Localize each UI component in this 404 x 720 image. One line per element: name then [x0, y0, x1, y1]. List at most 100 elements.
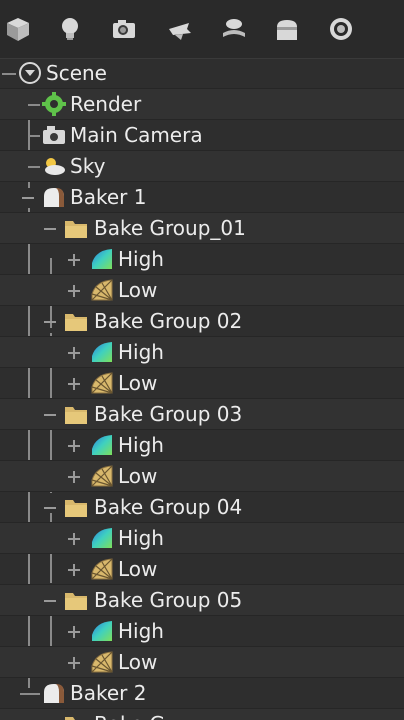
scene-icon: [19, 62, 41, 84]
high-label: High: [118, 526, 164, 550]
baker-icon: [44, 188, 64, 207]
folder-icon: [65, 593, 87, 610]
low-poly-mesh-icon: [91, 372, 113, 394]
bake-group-label: Bake Group 04: [94, 495, 243, 519]
high-poly-mesh-icon: [92, 342, 112, 362]
low-label: Low: [118, 371, 158, 395]
tree-row-render[interactable]: Render: [0, 89, 404, 120]
high-poly-mesh-icon: [92, 435, 112, 455]
tree-row-low[interactable]: Low: [0, 275, 404, 306]
tree-row-bake-group[interactable]: Bake Group 04: [0, 492, 404, 523]
collapse-toggle[interactable]: [44, 409, 56, 421]
bake-group-label: Bake Group 05: [94, 588, 243, 612]
folder-icon: [65, 221, 87, 238]
tree-row-low[interactable]: Low: [0, 554, 404, 585]
mesh-icon: [223, 19, 245, 37]
add-shadow-catcher-button[interactable]: [217, 12, 251, 46]
tree-row-high[interactable]: High: [0, 616, 404, 647]
high-label: High: [118, 247, 164, 271]
low-label: Low: [118, 278, 158, 302]
tree-row-main-camera[interactable]: Main Camera: [0, 120, 404, 151]
tree-guide: [28, 166, 40, 168]
camera-icon: [43, 126, 65, 144]
low-poly-mesh-icon: [91, 558, 113, 580]
collapse-toggle[interactable]: [44, 502, 56, 514]
tree-row-baker-2-child[interactable]: Bake G: [0, 709, 404, 720]
light-bulb-icon: [62, 18, 78, 40]
scene-label: Scene: [46, 61, 107, 85]
bake-group-label: Bake Group_01: [94, 216, 246, 240]
low-label: Low: [118, 650, 158, 674]
sky-icon: [45, 158, 65, 175]
low-poly-mesh-icon: [91, 279, 113, 301]
tree-guide: [2, 73, 16, 75]
add-mesh-button[interactable]: [1, 12, 35, 46]
high-label: High: [118, 433, 164, 457]
expand-toggle[interactable]: [68, 626, 80, 638]
tree-row-sky[interactable]: Sky: [0, 151, 404, 182]
tree-guide: [20, 693, 40, 695]
main-camera-label: Main Camera: [70, 123, 203, 147]
tree-row-high[interactable]: High: [0, 523, 404, 554]
render-label: Render: [70, 92, 142, 116]
tree-row-high[interactable]: High: [0, 244, 404, 275]
tree-row-baker-2[interactable]: Baker 2: [0, 678, 404, 709]
scene-tree: Scene Render Main Camera Sky Baker 1 Bak…: [0, 58, 404, 720]
bake-group-label: Bake Group 03: [94, 402, 243, 426]
low-poly-mesh-icon: [91, 651, 113, 673]
bake-group-label: Bake Group 02: [94, 309, 243, 333]
expand-toggle[interactable]: [68, 657, 80, 669]
tree-row-low[interactable]: Low: [0, 461, 404, 492]
expand-toggle[interactable]: [68, 254, 80, 266]
expand-toggle[interactable]: [68, 533, 80, 545]
baker-2-child-label: Bake G: [94, 712, 165, 720]
low-label: Low: [118, 557, 158, 581]
tree-guide: [28, 135, 40, 137]
tree-row-high[interactable]: High: [0, 337, 404, 368]
low-label: Low: [118, 464, 158, 488]
cube-icon: [7, 18, 29, 41]
add-camera-button[interactable]: [107, 12, 141, 46]
tree-row-bake-group[interactable]: Bake Group 03: [0, 399, 404, 430]
sky-label: Sky: [70, 154, 106, 178]
expand-toggle[interactable]: [68, 564, 80, 576]
folder-icon: [65, 314, 87, 331]
baker-icon: [277, 20, 297, 40]
tree-row-low[interactable]: Low: [0, 368, 404, 399]
tree-row-bake-group[interactable]: Bake Group 02: [0, 306, 404, 337]
add-audio-button[interactable]: [324, 12, 358, 46]
high-poly-mesh-icon: [92, 249, 112, 269]
tree-row-bake-group[interactable]: Bake Group 05: [0, 585, 404, 616]
high-label: High: [118, 340, 164, 364]
expand-toggle[interactable]: [68, 347, 80, 359]
collapse-toggle[interactable]: [22, 192, 34, 204]
expand-toggle[interactable]: [68, 285, 80, 297]
high-poly-mesh-icon: [92, 621, 112, 641]
add-baker-button[interactable]: [270, 12, 304, 46]
tree-row-baker-1[interactable]: Baker 1: [0, 182, 404, 213]
sky-icon: [169, 23, 191, 40]
collapse-toggle[interactable]: [44, 223, 56, 235]
collapse-toggle[interactable]: [44, 595, 56, 607]
tree-guide: [28, 104, 40, 106]
add-light-button[interactable]: [53, 12, 87, 46]
tree-row-low[interactable]: Low: [0, 647, 404, 678]
folder-icon: [65, 717, 87, 720]
collapse-toggle[interactable]: [44, 316, 56, 328]
audio-icon: [330, 18, 352, 40]
tree-row-scene[interactable]: Scene: [0, 58, 404, 89]
add-sky-button[interactable]: [162, 12, 196, 46]
gear-icon: [42, 92, 66, 116]
scene-toolbar: [0, 0, 404, 59]
low-poly-mesh-icon: [91, 465, 113, 487]
baker-icon: [44, 684, 64, 703]
folder-icon: [65, 500, 87, 517]
tree-row-bake-group[interactable]: Bake Group_01: [0, 213, 404, 244]
folder-icon: [65, 407, 87, 424]
high-label: High: [118, 619, 164, 643]
tree-row-high[interactable]: High: [0, 430, 404, 461]
high-poly-mesh-icon: [92, 528, 112, 548]
expand-toggle[interactable]: [68, 378, 80, 390]
expand-toggle[interactable]: [68, 440, 80, 452]
expand-toggle[interactable]: [68, 471, 80, 483]
